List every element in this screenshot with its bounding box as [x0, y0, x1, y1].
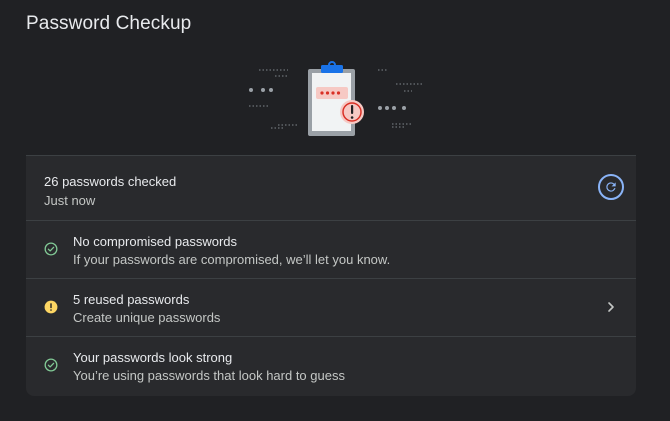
page-title: Password Checkup: [26, 13, 192, 34]
reused-status-title: 5 reused passwords: [73, 292, 190, 307]
illustration-banner: [26, 46, 636, 155]
warning-circle-icon: [44, 300, 58, 314]
strength-status-title: Your passwords look strong: [73, 350, 233, 365]
reused-passwords-row[interactable]: 5 reused passwords Create unique passwor…: [26, 278, 636, 336]
compromised-passwords-row: No compromised passwords If your passwor…: [26, 220, 636, 278]
refresh-icon: [606, 182, 616, 192]
strength-status-subtitle: You’re using passwords that look hard to…: [73, 368, 345, 383]
refresh-check-button[interactable]: [598, 174, 624, 200]
check-circle-icon: [44, 242, 58, 256]
password-clipboard-illustration: [249, 61, 424, 136]
password-checkup-card: 26 passwords checked Just now No comprom…: [26, 46, 636, 396]
weak-passwords-row: Your passwords look strong You’re using …: [26, 336, 636, 394]
passwords-checked-count: 26 passwords checked: [44, 174, 177, 189]
compromised-status-title: No compromised passwords: [73, 234, 238, 249]
last-checked-time: Just now: [44, 193, 96, 208]
check-circle-icon: [44, 358, 58, 372]
compromised-status-subtitle: If your passwords are compromised, we’ll…: [73, 252, 391, 267]
chevron-right-icon[interactable]: [606, 300, 616, 314]
checkup-summary: 26 passwords checked Just now: [26, 155, 636, 221]
reused-status-subtitle: Create unique passwords: [73, 310, 221, 325]
